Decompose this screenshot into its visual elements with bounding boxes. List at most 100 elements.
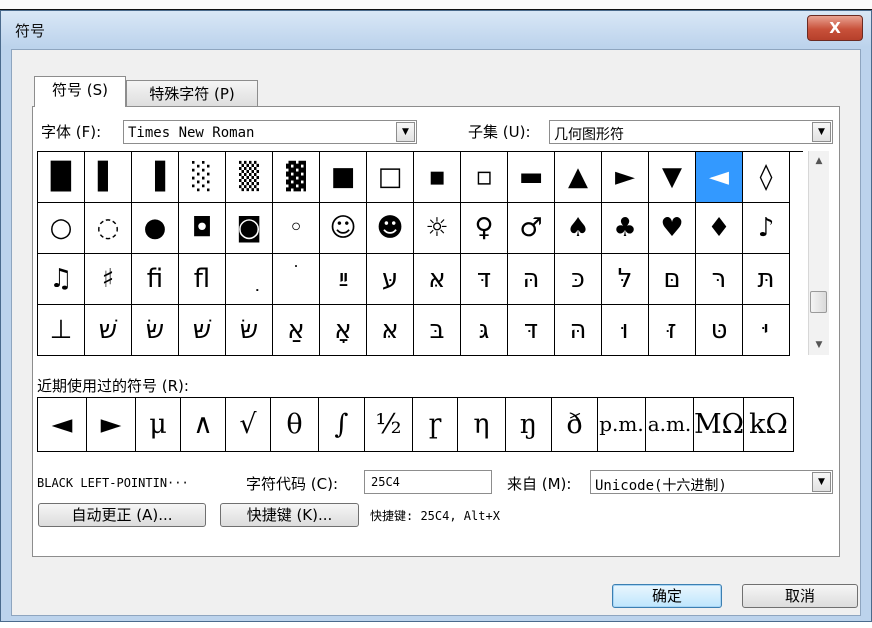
symbol-cell[interactable]: ﬂ <box>179 254 226 305</box>
ok-button[interactable]: 确定 <box>612 584 722 608</box>
symbol-cell[interactable]: ░ <box>179 152 226 203</box>
recent-symbol-cell[interactable]: kΩ <box>744 398 794 452</box>
symbol-cell[interactable]: זּ <box>649 305 696 356</box>
symbol-cell[interactable]: תּ <box>743 254 790 305</box>
symbol-cell[interactable]: שׁ <box>85 305 132 356</box>
close-button[interactable]: X <box>807 15 863 41</box>
scroll-down-icon[interactable]: ▼ <box>809 335 829 355</box>
subset-select[interactable]: 几何图形符 ▼ <box>549 120 833 144</box>
symbol-cell[interactable]: ♀ <box>461 203 508 254</box>
symbol-cell[interactable]: ♠ <box>555 203 602 254</box>
symbol-cell[interactable]: בּ <box>414 305 461 356</box>
char-code-input[interactable]: 25C4 <box>364 470 492 494</box>
symbol-cell[interactable]: ♫ <box>38 254 85 305</box>
chevron-down-icon[interactable]: ▼ <box>396 122 415 142</box>
recent-symbol-cell[interactable]: ŋ <box>506 398 552 452</box>
recent-symbol-cell[interactable]: ∧ <box>181 398 226 452</box>
recent-symbol-cell[interactable]: √ <box>226 398 271 452</box>
scrollbar-thumb[interactable] <box>810 291 827 313</box>
symbol-cell[interactable]: ﬁ <box>132 254 179 305</box>
scroll-up-icon[interactable]: ▲ <box>809 151 829 171</box>
symbol-cell[interactable]: אַ <box>273 305 320 356</box>
from-select[interactable]: Unicode(十六进制) ▼ <box>590 470 833 494</box>
symbol-cell[interactable]: שּׂ <box>132 305 179 356</box>
symbol-cell[interactable]: דּ <box>508 305 555 356</box>
symbol-cell[interactable]: ▓ <box>273 152 320 203</box>
symbol-cell[interactable]: ☼ <box>414 203 461 254</box>
symbol-cell[interactable]: םּ <box>649 254 696 305</box>
symbol-cell[interactable]: ☺ <box>320 203 367 254</box>
symbol-cell[interactable]: ♦ <box>696 203 743 254</box>
symbol-cell[interactable]: ► <box>602 152 649 203</box>
symbol-cell[interactable]: ִ <box>226 254 273 305</box>
symbol-cell[interactable]: ◘ <box>179 203 226 254</box>
symbol-cell[interactable]: עּ <box>367 254 414 305</box>
recent-symbol-cell[interactable]: p.m. <box>598 398 646 452</box>
symbol-cell[interactable]: ▐ <box>132 152 179 203</box>
symbol-cell[interactable]: הּ <box>555 305 602 356</box>
recent-symbol-cell[interactable]: ð <box>552 398 598 452</box>
symbol-cell[interactable]: ♥ <box>649 203 696 254</box>
recent-symbol-cell[interactable]: ɼ <box>413 398 458 452</box>
recent-symbol-cell[interactable]: ∫ <box>319 398 365 452</box>
symbol-cell[interactable]: ▬ <box>508 152 555 203</box>
symbol-cell[interactable]: ☻ <box>367 203 414 254</box>
chevron-down-icon[interactable]: ▼ <box>812 472 831 492</box>
cancel-button[interactable]: 取消 <box>742 584 858 608</box>
symbol-cell[interactable]: ♣ <box>602 203 649 254</box>
symbol-cell[interactable]: טּ <box>696 305 743 356</box>
recent-symbol-cell[interactable]: ◄ <box>38 398 87 452</box>
recent-symbol-cell[interactable]: θ <box>271 398 319 452</box>
symbol-cell[interactable]: ◌ <box>85 203 132 254</box>
symbol-cell[interactable]: כּ <box>555 254 602 305</box>
symbol-cell[interactable]: ⊥ <box>38 305 85 356</box>
font-select[interactable]: Times New Roman ▼ <box>123 120 417 144</box>
symbol-cell[interactable]: אָ <box>320 305 367 356</box>
symbol-cell[interactable]: ▫ <box>461 152 508 203</box>
symbol-cell[interactable]: ◊ <box>743 152 790 203</box>
symbol-cell[interactable]: ◙ <box>226 203 273 254</box>
symbol-cell[interactable]: ▒ <box>226 152 273 203</box>
recent-symbol-cell[interactable]: η <box>458 398 506 452</box>
symbol-cell[interactable]: ▌ <box>85 152 132 203</box>
shortcut-key-button[interactable]: 快捷键 (K)... <box>220 503 359 527</box>
symbol-cell[interactable]: ▪ <box>414 152 461 203</box>
recent-symbol-cell[interactable]: μ <box>136 398 181 452</box>
recent-symbol-cell[interactable]: a.m. <box>646 398 694 452</box>
tab-special-characters[interactable]: 特殊字符 (P) <box>126 80 258 108</box>
symbol-cell[interactable]: שּׁ <box>179 305 226 356</box>
chevron-down-icon[interactable]: ▼ <box>812 122 831 142</box>
recent-symbol-cell[interactable]: ► <box>87 398 136 452</box>
symbol-grid-scrollbar[interactable]: ▲ ▼ <box>808 151 829 355</box>
symbol-cell[interactable]: אּ <box>367 305 414 356</box>
char-code-label: 字符代码 (C): <box>246 475 338 493</box>
symbol-cell[interactable]: גּ <box>461 305 508 356</box>
symbol-cell[interactable]: יּ <box>743 305 790 356</box>
symbol-cell[interactable]: ◦ <box>273 203 320 254</box>
symbol-cell[interactable]: ■ <box>320 152 367 203</box>
symbol-cell[interactable]: דּ <box>461 254 508 305</box>
recent-symbol-cell[interactable]: MΩ <box>694 398 744 452</box>
symbol-cell[interactable]: שּׂ <box>226 305 273 356</box>
symbol-cell[interactable]: רּ <box>696 254 743 305</box>
dialog-title: 符号 <box>15 22 46 40</box>
symbol-cell[interactable]: ♂ <box>508 203 555 254</box>
symbol-cell[interactable]: ײַ <box>320 254 367 305</box>
symbol-cell[interactable]: □ <box>367 152 414 203</box>
symbol-cell[interactable]: אּ <box>414 254 461 305</box>
symbol-cell[interactable]: █ <box>38 152 85 203</box>
symbol-cell[interactable]: ♯ <box>85 254 132 305</box>
recent-symbol-cell[interactable]: ½ <box>365 398 413 452</box>
symbol-cell[interactable]: ▼ <box>649 152 696 203</box>
symbol-cell[interactable]: הּ <box>508 254 555 305</box>
symbol-cell[interactable]: ◄ <box>696 152 743 203</box>
symbol-cell[interactable]: לּ <box>602 254 649 305</box>
symbol-cell[interactable]: ○ <box>38 203 85 254</box>
symbol-cell[interactable]: ׄ <box>273 254 320 305</box>
symbol-cell[interactable]: ▲ <box>555 152 602 203</box>
symbol-cell[interactable]: ● <box>132 203 179 254</box>
autocorrect-button[interactable]: 自动更正 (A)... <box>38 503 206 527</box>
symbol-cell[interactable]: ♪ <box>743 203 790 254</box>
tab-symbols[interactable]: 符号 (S) <box>34 76 126 107</box>
symbol-cell[interactable]: וּ <box>602 305 649 356</box>
